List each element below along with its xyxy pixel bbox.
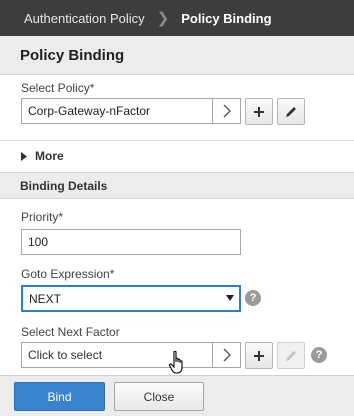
add-policy-button[interactable] bbox=[245, 98, 273, 125]
binding-details-title: Binding Details bbox=[20, 178, 108, 193]
bind-button[interactable]: Bind bbox=[14, 382, 105, 411]
priority-label: Priority* bbox=[21, 210, 64, 224]
pencil-icon bbox=[286, 350, 296, 361]
next-factor-browse-button[interactable] bbox=[213, 342, 241, 368]
goto-expression-select[interactable]: NEXT bbox=[21, 285, 241, 312]
close-button[interactable]: Close bbox=[114, 382, 204, 411]
more-toggle[interactable]: More bbox=[0, 140, 354, 172]
select-policy-field[interactable]: Corp-Gateway-nFactor bbox=[21, 98, 213, 124]
caret-down-icon bbox=[226, 295, 234, 301]
breadcrumb: Authentication Policy ❯ Policy Binding bbox=[0, 0, 354, 36]
goto-expression-help-icon[interactable]: ? bbox=[245, 290, 261, 306]
select-policy-browse-button[interactable] bbox=[213, 98, 241, 124]
page-title: Policy Binding bbox=[20, 46, 125, 64]
breadcrumb-authentication-policy[interactable]: Authentication Policy bbox=[24, 11, 145, 26]
next-factor-label: Select Next Factor bbox=[21, 325, 120, 339]
plus-icon bbox=[254, 106, 264, 117]
caret-right-icon bbox=[21, 151, 27, 161]
add-next-factor-button[interactable] bbox=[245, 342, 273, 369]
next-factor-placeholder: Click to select bbox=[28, 348, 103, 362]
priority-input[interactable]: 100 bbox=[21, 229, 241, 255]
breadcrumb-separator-icon: ❯ bbox=[156, 10, 170, 27]
select-policy-label: Select Policy* bbox=[21, 81, 95, 95]
priority-value: 100 bbox=[28, 235, 49, 249]
edit-policy-button[interactable] bbox=[277, 98, 305, 125]
goto-expression-label: Goto Expression* bbox=[21, 267, 115, 281]
chevron-right-icon bbox=[223, 348, 231, 362]
pencil-icon bbox=[286, 106, 296, 117]
more-label: More bbox=[35, 149, 64, 163]
select-policy-value: Corp-Gateway-nFactor bbox=[28, 104, 151, 118]
next-factor-help-icon[interactable]: ? bbox=[311, 347, 327, 363]
chevron-right-icon bbox=[223, 104, 231, 118]
binding-details-header: Binding Details bbox=[0, 172, 354, 199]
edit-next-factor-button[interactable] bbox=[277, 342, 305, 369]
goto-expression-value: NEXT bbox=[29, 291, 62, 306]
hand-cursor-icon bbox=[168, 350, 183, 374]
plus-icon bbox=[254, 350, 264, 361]
footer-bar: Bind Close bbox=[0, 375, 354, 416]
page-header: Policy Binding bbox=[0, 36, 354, 75]
breadcrumb-current: Policy Binding bbox=[181, 10, 272, 26]
